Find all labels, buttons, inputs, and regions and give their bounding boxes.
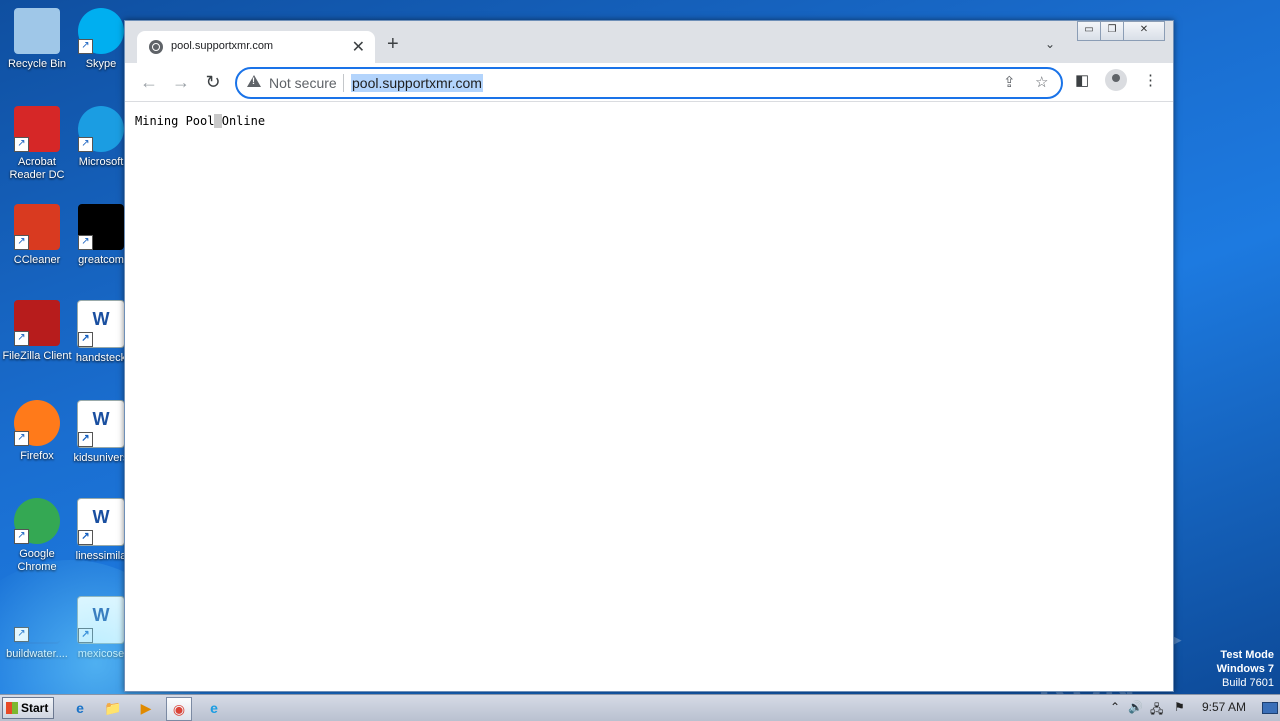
clock[interactable]: 9:57 AM bbox=[1202, 700, 1246, 714]
test-mode-notice: Test Mode Windows 7 Build 7601 bbox=[1217, 648, 1274, 690]
warning-icon[interactable] bbox=[247, 75, 261, 87]
word-doc-icon: W ↗ bbox=[77, 596, 125, 644]
close-window-button[interactable]: ✕ bbox=[1123, 21, 1165, 41]
start-label: Start bbox=[21, 701, 49, 715]
desktop-icon-label: Firefox bbox=[20, 450, 54, 462]
show-desktop-icon[interactable] bbox=[1262, 702, 1278, 714]
recycle-bin-icon bbox=[14, 8, 60, 54]
tab-search-chevron-icon[interactable]: ⌄ bbox=[1045, 37, 1055, 51]
desktop-icon[interactable]: Recycle Bin bbox=[0, 8, 74, 71]
shortcut-arrow-icon: ↗ bbox=[14, 431, 29, 446]
shortcut-arrow-icon: ↗ bbox=[14, 331, 29, 346]
windows-flag-icon bbox=[6, 702, 18, 714]
desktop-icon-label: buildwater.... bbox=[6, 648, 68, 660]
explorer-icon[interactable]: 📁 bbox=[101, 697, 125, 719]
desktop-icon[interactable]: ↗ Google Chrome bbox=[0, 498, 74, 574]
volume-icon[interactable]: 🔊 bbox=[1128, 700, 1143, 714]
ccleaner-icon: ↗ bbox=[14, 204, 60, 250]
chrome-icon[interactable]: ◉ bbox=[166, 697, 192, 721]
taskbar: Start e 📁 ▶ ◉ e ⌃ 🔊 🖧 ⚑ 9:57 AM bbox=[0, 694, 1280, 721]
tab-close-icon[interactable]: ✕ bbox=[352, 37, 365, 57]
edge-icon[interactable]: e bbox=[202, 697, 226, 719]
shortcut-arrow-icon: ↗ bbox=[78, 432, 93, 447]
shortcut-arrow-icon: ↗ bbox=[14, 137, 29, 152]
file-icon: ↗ bbox=[14, 596, 60, 644]
back-button[interactable]: ← bbox=[137, 71, 161, 93]
page-content: Mining Pool Online bbox=[125, 102, 1173, 691]
desktop-icon[interactable]: ↗ Acrobat Reader DC bbox=[0, 106, 74, 182]
desktop-icon[interactable]: ↗ Firefox bbox=[0, 400, 74, 463]
chrome-icon: ↗ bbox=[14, 498, 60, 544]
page-text: Mining Pool Online bbox=[135, 114, 265, 128]
menu-icon[interactable]: ⋮ bbox=[1143, 71, 1158, 89]
page-text-end: Online bbox=[221, 114, 266, 128]
shortcut-arrow-icon: ↗ bbox=[78, 332, 93, 347]
start-button[interactable]: Start bbox=[2, 697, 54, 719]
edge-icon: ↗ bbox=[78, 106, 124, 152]
shortcut-arrow-icon: ↗ bbox=[78, 39, 93, 54]
desktop-icon[interactable]: ↗ buildwater.... bbox=[0, 596, 74, 661]
windows-version-line: Windows 7 bbox=[1216, 663, 1274, 675]
test-mode-line: Test Mode bbox=[1220, 649, 1274, 661]
reload-button[interactable]: ↻ bbox=[201, 71, 225, 93]
tab-strip: pool.supportxmr.com ✕ + ⌄ ▭ ❐ ✕ bbox=[125, 21, 1173, 63]
share-icon[interactable]: ⇪ bbox=[1003, 73, 1016, 91]
word-doc-icon: W ↗ bbox=[77, 498, 125, 546]
tab-active[interactable]: pool.supportxmr.com ✕ bbox=[137, 31, 375, 63]
minimize-button[interactable]: ▭ bbox=[1077, 21, 1101, 41]
desktop-icon-label: Recycle Bin bbox=[7, 58, 67, 70]
shortcut-arrow-icon: ↗ bbox=[78, 628, 93, 643]
shortcut-arrow-icon: ↗ bbox=[14, 235, 29, 250]
skype-icon: ↗ bbox=[78, 8, 124, 54]
shortcut-arrow-icon: ↗ bbox=[78, 137, 93, 152]
system-tray: ⌃ 🔊 🖧 ⚑ 9:57 AM bbox=[1104, 695, 1280, 721]
acrobat-icon: ↗ bbox=[14, 106, 60, 152]
build-line: Build 7601 bbox=[1222, 677, 1274, 689]
text-caret bbox=[214, 114, 222, 128]
shortcut-arrow-icon: ↗ bbox=[78, 235, 93, 250]
filezilla-icon: ↗ bbox=[14, 300, 60, 346]
shortcut-arrow-icon: ↗ bbox=[14, 627, 29, 642]
desktop-icon-label: FileZilla Client bbox=[2, 350, 72, 362]
bookmark-star-icon[interactable]: ☆ bbox=[1035, 73, 1048, 91]
toolbar: ← → ↻ Not secure pool.supportxmr.com ⇪ ☆… bbox=[125, 63, 1173, 102]
profile-avatar-icon[interactable] bbox=[1105, 69, 1127, 91]
word-doc-icon: W ↗ bbox=[77, 400, 125, 448]
tab-title: pool.supportxmr.com bbox=[171, 40, 274, 52]
url-text[interactable]: pool.supportxmr.com bbox=[351, 74, 483, 92]
action-center-flag-icon[interactable]: ⚑ bbox=[1174, 700, 1185, 714]
ie-icon[interactable]: e bbox=[68, 697, 92, 719]
security-label[interactable]: Not secure bbox=[269, 75, 337, 91]
desktop-icon[interactable]: ↗ CCleaner bbox=[0, 204, 74, 267]
desktop-icon[interactable]: ↗ FileZilla Client bbox=[0, 300, 74, 363]
globe-icon bbox=[149, 40, 163, 54]
black-file-icon: ↗ bbox=[78, 204, 124, 250]
tray-expand-icon[interactable]: ⌃ bbox=[1110, 700, 1120, 714]
side-panel-icon[interactable]: ◧ bbox=[1075, 71, 1089, 89]
restore-button[interactable]: ❐ bbox=[1100, 21, 1124, 41]
desktop-icon-label: Google Chrome bbox=[17, 548, 57, 573]
page-text-start: Mining Pool bbox=[135, 114, 215, 128]
omnibox-divider bbox=[343, 74, 344, 92]
network-icon[interactable]: 🖧 bbox=[1150, 700, 1163, 721]
new-tab-button[interactable]: + bbox=[387, 34, 399, 54]
word-doc-icon: W ↗ bbox=[77, 300, 125, 348]
shortcut-arrow-icon: ↗ bbox=[78, 530, 93, 545]
browser-window: pool.supportxmr.com ✕ + ⌄ ▭ ❐ ✕ ← → ↻ No… bbox=[124, 20, 1174, 692]
firefox-icon: ↗ bbox=[14, 400, 60, 446]
shortcut-arrow-icon: ↗ bbox=[14, 529, 29, 544]
desktop-icon-label: CCleaner bbox=[13, 254, 61, 266]
forward-button[interactable]: → bbox=[169, 71, 193, 93]
media-player-icon[interactable]: ▶ bbox=[134, 697, 158, 719]
desktop-icon-label: Acrobat Reader DC bbox=[9, 156, 65, 181]
address-bar[interactable]: Not secure pool.supportxmr.com ⇪ ☆ bbox=[235, 67, 1063, 99]
